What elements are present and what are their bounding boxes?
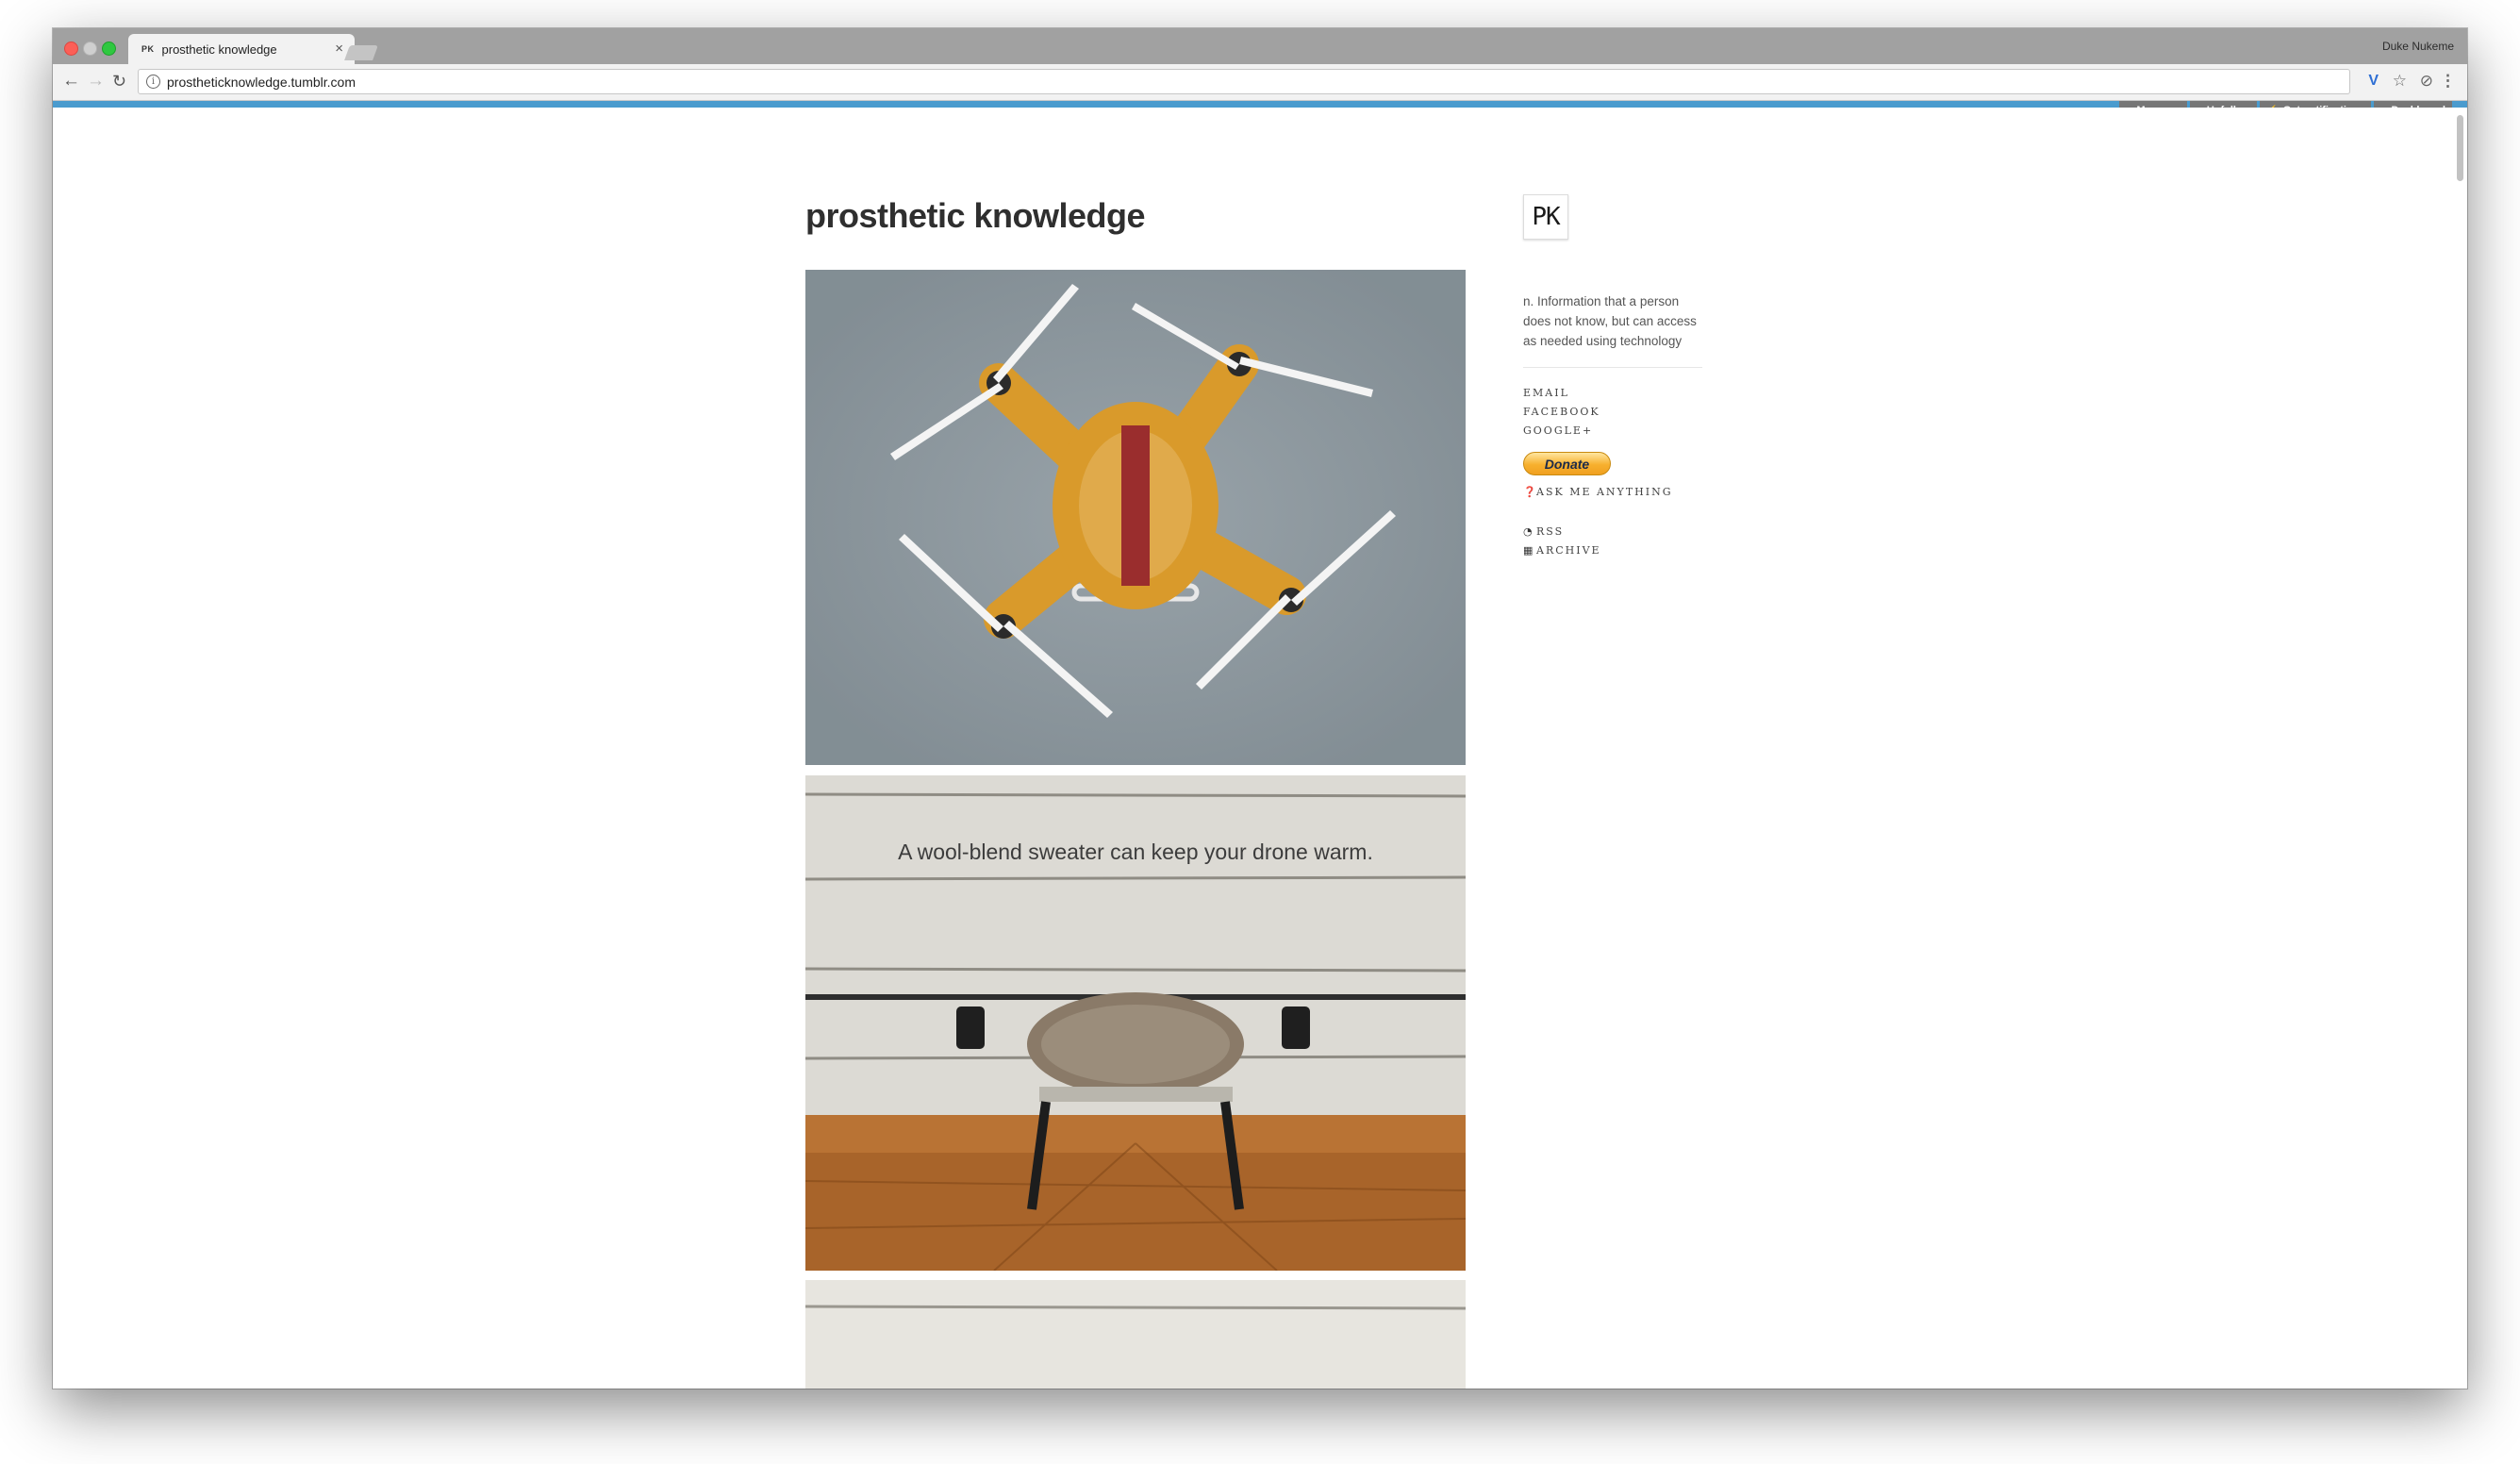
browser-window: PK prosthetic knowledge × Duke Nukeme ← … <box>53 28 2467 1389</box>
donate-button[interactable]: Donate <box>1523 452 1611 475</box>
blog-title[interactable]: prosthetic knowledge <box>805 196 1146 236</box>
blog-description: n. Information that a person does not kn… <box>1523 294 1697 348</box>
new-tab-button[interactable] <box>344 45 378 60</box>
post-photo-drone-sweater[interactable]: A wool-blend sweater can keep your drone… <box>805 775 1466 1271</box>
info-icon[interactable]: i <box>146 75 160 89</box>
extension-icon[interactable]: ⊘ <box>2420 72 2433 91</box>
window-minimize-button[interactable] <box>83 42 97 56</box>
divider <box>1523 367 1702 368</box>
page-content: prosthetic knowledge A wool-blend sweate… <box>53 108 2467 1389</box>
grid-icon: ▦ <box>1523 544 1534 557</box>
facebook-link[interactable]: FACEBOOK <box>1523 403 1702 422</box>
avatar[interactable]: PK <box>1523 194 1568 240</box>
window-maximize-button[interactable] <box>102 42 116 56</box>
post-photo-partial[interactable] <box>805 1280 1466 1389</box>
ask-label: ASK ME ANYTHING <box>1536 486 1673 498</box>
ask-link[interactable]: ❓ ASK ME ANYTHING <box>1523 483 1702 502</box>
tab-close-icon[interactable]: × <box>335 41 343 57</box>
browser-toolbar: ← → ↻ i prostheticknowledge.tumblr.com V… <box>53 64 2467 101</box>
post-photo-drone-top[interactable] <box>805 270 1466 765</box>
archive-label: ARCHIVE <box>1536 544 1601 557</box>
rss-icon: ◔ <box>1523 525 1533 538</box>
extension-v-icon[interactable]: V <box>2368 72 2379 91</box>
email-link[interactable]: EMAIL <box>1523 384 1702 403</box>
profile-name[interactable]: Duke Nukeme <box>2382 40 2454 53</box>
rss-link[interactable]: ◔ RSS <box>1523 523 1702 541</box>
window-close-button[interactable] <box>64 42 78 56</box>
rss-label: RSS <box>1536 525 1565 538</box>
question-circle-icon: ❓ <box>1523 486 1536 498</box>
url-text: prostheticknowledge.tumblr.com <box>167 74 356 90</box>
kebab-menu-icon[interactable]: ⋮ <box>2440 72 2456 91</box>
tab-title: prosthetic knowledge <box>161 42 277 57</box>
tab-favicon: PK <box>141 44 155 54</box>
googleplus-link[interactable]: GOOGLE+ <box>1523 422 1702 441</box>
browser-tab[interactable]: PK prosthetic knowledge × <box>128 34 355 64</box>
tumblr-controls-bar <box>53 101 2467 108</box>
forward-icon[interactable]: → <box>87 71 105 92</box>
reload-icon[interactable]: ↻ <box>112 71 126 92</box>
tab-strip: PK prosthetic knowledge × Duke Nukeme <box>53 28 2467 64</box>
sidebar: PK n. Information that a person does not… <box>1523 194 1702 560</box>
scrollbar-thumb[interactable] <box>2457 115 2463 181</box>
archive-link[interactable]: ▦ ARCHIVE <box>1523 541 1702 560</box>
post-caption: A wool-blend sweater can keep your drone… <box>898 840 1373 864</box>
social-links: EMAIL FACEBOOK GOOGLE+ <box>1523 384 1702 441</box>
address-bar[interactable]: i prostheticknowledge.tumblr.com <box>138 69 2350 94</box>
back-icon[interactable]: ← <box>62 71 80 92</box>
star-icon[interactable]: ☆ <box>2393 72 2407 91</box>
